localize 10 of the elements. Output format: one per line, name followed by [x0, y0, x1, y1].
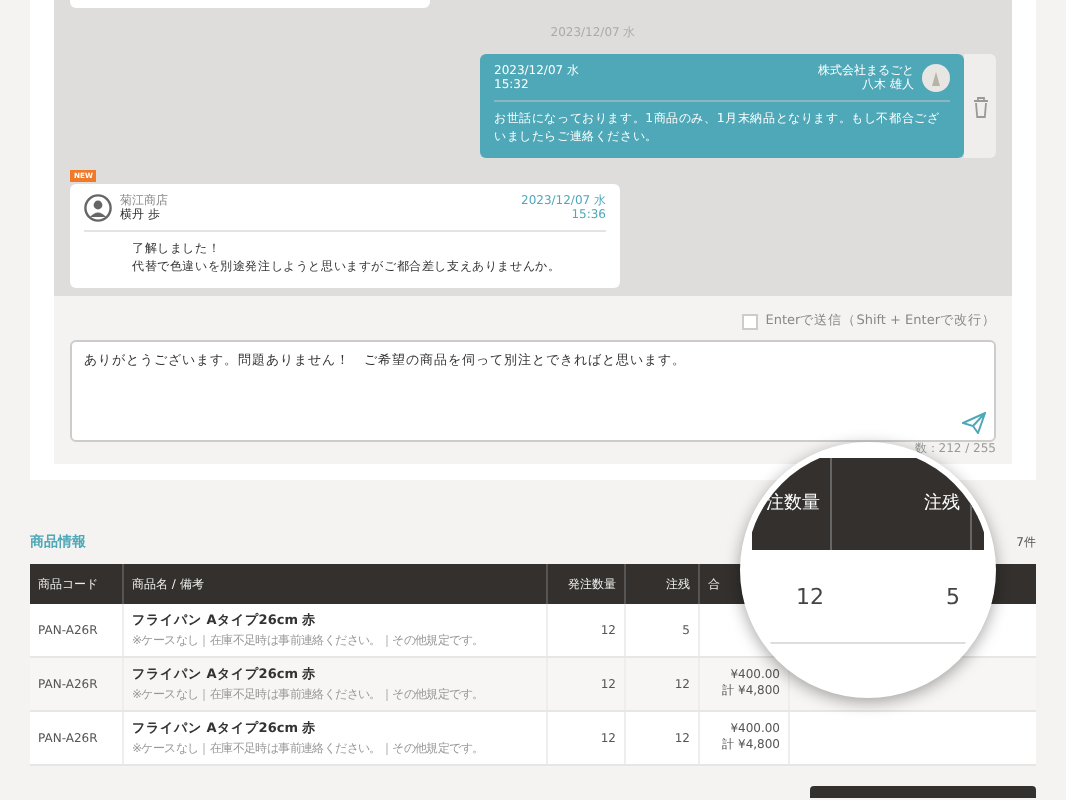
table-cell-text: 12 — [794, 583, 827, 609]
send-button[interactable] — [962, 412, 986, 434]
avatar-icon — [922, 64, 950, 92]
user-icon — [84, 194, 112, 222]
checkbox[interactable] — [741, 313, 758, 329]
delete-button[interactable] — [964, 54, 996, 158]
column-header: 注残 — [832, 458, 972, 550]
table-cell-text: 5 — [944, 583, 962, 609]
paper-plane-icon — [962, 412, 986, 434]
trash-icon — [971, 95, 989, 117]
